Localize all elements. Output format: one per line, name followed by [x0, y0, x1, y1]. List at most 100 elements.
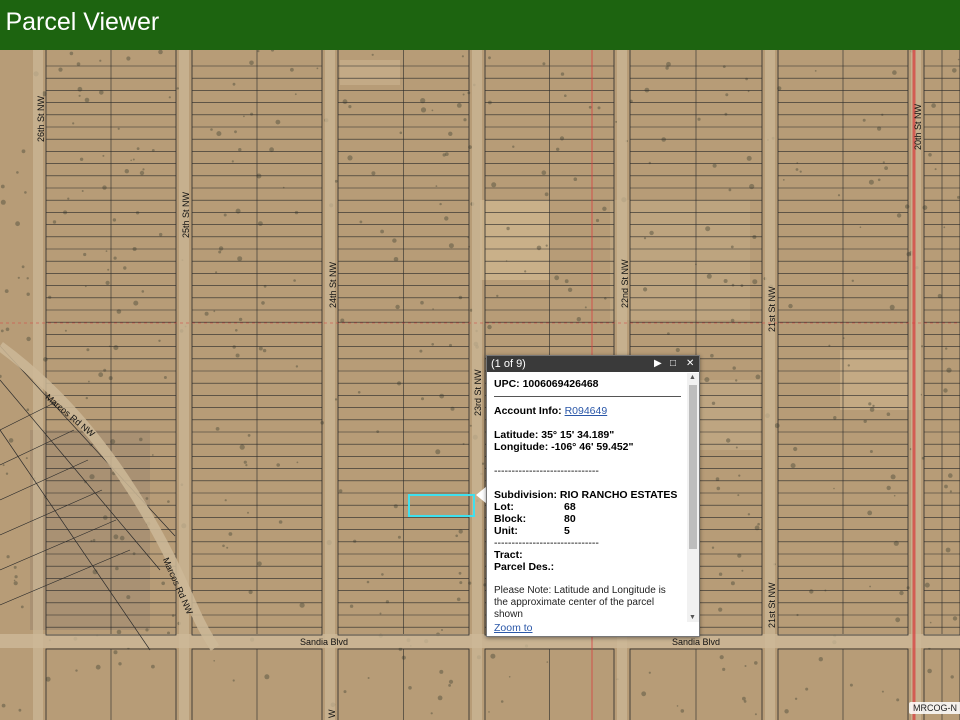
shrub: [1, 703, 6, 708]
block-value: 80: [564, 513, 576, 525]
shrub: [755, 374, 761, 380]
map-credit: MRCOG-N: [909, 702, 960, 714]
shrub: [103, 368, 107, 372]
shrub: [89, 474, 95, 480]
shrub: [232, 345, 236, 349]
shrub: [168, 96, 171, 99]
shrub: [14, 575, 18, 579]
scroll-up-icon[interactable]: ▲: [689, 374, 696, 381]
shrub: [456, 103, 462, 108]
shrub: [648, 671, 651, 674]
scroll-down-icon[interactable]: ▼: [689, 614, 696, 621]
shrub: [257, 50, 260, 53]
shrub: [545, 244, 548, 247]
shrub: [264, 674, 270, 680]
shrub: [556, 147, 560, 151]
shrub: [793, 446, 798, 452]
shrub: [421, 397, 424, 401]
next-feature-icon[interactable]: ▶: [654, 356, 662, 372]
app-title: x Parcel Viewer: [0, 8, 160, 36]
shrub: [5, 472, 9, 475]
unit-line: Unit: 5: [494, 525, 681, 537]
shrub: [649, 230, 654, 236]
shrub: [215, 271, 218, 274]
maximize-icon[interactable]: □: [670, 356, 676, 372]
shrub: [316, 67, 319, 70]
shrub: [462, 93, 465, 96]
shrub: [86, 348, 90, 352]
shrub: [258, 346, 263, 351]
shrub: [444, 152, 449, 156]
shrub: [738, 474, 741, 477]
parcel-info-popup[interactable]: (1 of 9) ▶ □ ✕ UPC: 1006069426468 Accoun…: [486, 355, 700, 637]
unit-label: Unit:: [494, 525, 518, 537]
shrub: [794, 697, 798, 700]
popup-titlebar: (1 of 9) ▶ □ ✕: [487, 356, 699, 372]
shrub: [392, 238, 397, 243]
shrub: [741, 569, 744, 572]
shrub: [849, 683, 853, 687]
terrain-patch: [30, 430, 150, 630]
shrub: [6, 555, 10, 559]
shrub: [290, 67, 294, 72]
shrub: [139, 170, 145, 176]
shrub: [395, 304, 400, 310]
shrub: [805, 687, 809, 691]
shrub: [488, 56, 491, 60]
tract-label: Tract:: [494, 549, 523, 561]
shrub: [353, 539, 357, 543]
close-icon[interactable]: ✕: [686, 356, 694, 372]
shrub: [399, 131, 403, 135]
shrub: [564, 94, 567, 97]
upc-value: 1006069426468: [522, 378, 599, 390]
shrub: [554, 275, 560, 281]
shrub: [222, 544, 225, 548]
shrub: [921, 345, 924, 348]
shrub: [952, 616, 958, 621]
separator-bottom: ------------------------------: [494, 537, 599, 549]
shrub: [132, 158, 135, 161]
shrub: [145, 497, 149, 500]
shrub: [496, 294, 499, 298]
shrub: [349, 604, 354, 608]
shrub: [716, 486, 721, 491]
shrub: [420, 300, 424, 305]
shrub: [455, 534, 459, 538]
shrub: [245, 464, 248, 467]
shrub: [697, 117, 701, 121]
shrub: [500, 700, 504, 703]
shrub: [21, 149, 26, 154]
shrub: [886, 485, 891, 491]
shrub: [735, 379, 738, 382]
shrub: [116, 629, 122, 635]
shrub: [176, 87, 179, 90]
shrub: [238, 148, 242, 152]
shrub: [113, 650, 118, 655]
account-link[interactable]: R094649: [565, 405, 608, 417]
shrub: [119, 535, 125, 541]
longitude-line: Longitude: -106° 46' 59.452": [494, 441, 681, 453]
popup-scrollbar[interactable]: ▲ ▼: [687, 373, 699, 622]
shrub: [439, 669, 444, 674]
map-view[interactable]: 26th St NW 25th St NW 24th St NW 23rd St…: [0, 50, 960, 720]
shrub: [161, 581, 165, 586]
shrub: [15, 221, 20, 227]
street-label-23rd: 23rd St NW: [473, 369, 483, 416]
shrub: [13, 581, 18, 586]
shrub: [922, 205, 928, 211]
shrub: [0, 199, 6, 205]
zoom-to-link[interactable]: Zoom to: [494, 622, 533, 634]
shrub: [730, 245, 734, 249]
shrub: [868, 179, 874, 185]
shrub: [512, 145, 515, 148]
shrub: [235, 353, 240, 358]
shrub: [276, 463, 281, 467]
shrub: [113, 345, 119, 351]
shrub: [340, 318, 345, 323]
shrub: [869, 450, 873, 453]
shrub: [676, 705, 679, 707]
scrollbar-thumb[interactable]: [689, 385, 697, 549]
shrub: [130, 159, 132, 162]
shrub: [957, 58, 960, 61]
subdivision-value: RIO RANCHO ESTATES: [559, 489, 678, 501]
